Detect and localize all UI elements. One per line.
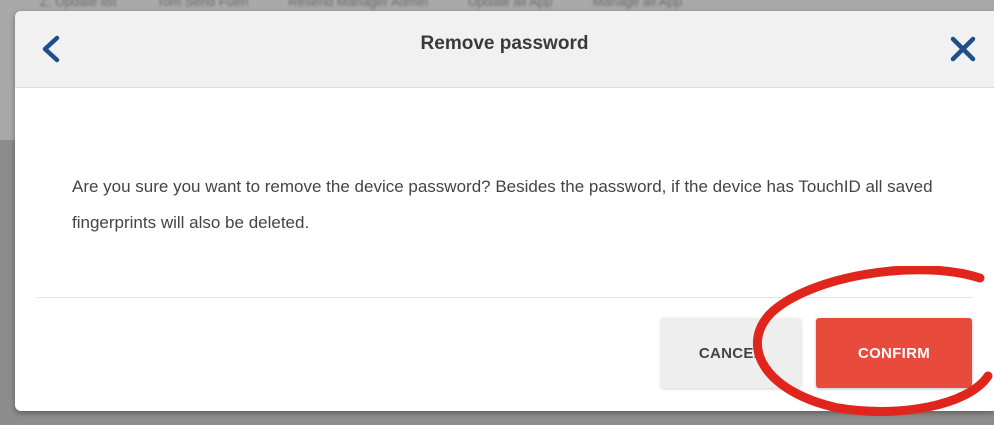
cancel-button[interactable]: CANCEL [661,318,801,388]
dialog-header: Remove password [15,11,994,88]
background-tab: Tom Send Fuen [156,0,249,9]
footer-divider [37,297,973,298]
background-tab: Update all App [467,0,553,9]
background-tab: Resend Manager Admin [288,0,428,9]
background-tabs: Z. Update list Tom Send Fuen Resend Mana… [40,0,990,10]
close-button[interactable] [945,29,981,69]
confirm-button[interactable]: CONFIRM [816,318,972,388]
dialog-title: Remove password [420,33,589,54]
background-tab: Z. Update list [40,0,117,9]
close-icon [950,36,976,62]
dialog-message: Are you sure you want to remove the devi… [72,177,933,232]
remove-password-dialog: Remove password Are you sure you want to… [15,11,994,411]
background-tab: Manage all App [592,0,683,9]
